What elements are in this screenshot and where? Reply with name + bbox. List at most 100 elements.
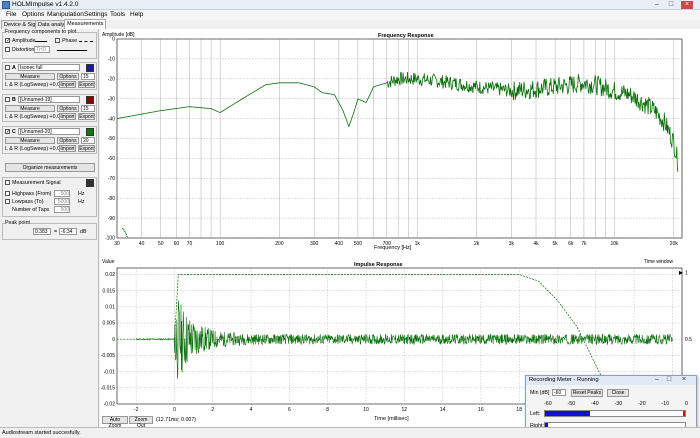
menu-settings[interactable]: Settings [84,11,108,18]
imp-ytick-label: -0.01 [104,369,116,375]
options-c-button[interactable]: Options [57,137,79,144]
lowpass-input[interactable]: 5000 [54,198,70,205]
menu-manipulation[interactable]: Manipulation [47,11,84,18]
measurement-a-checkbox[interactable] [5,65,10,70]
highpass-input[interactable]: 500 [54,190,70,197]
amplitude-line-style [35,41,47,42]
status-text: Audiostream started succesfully. [2,430,81,436]
measurement-a-name[interactable]: Isonec full [18,64,80,71]
taps-input[interactable]: 500 [54,206,70,213]
export-a-button[interactable]: Export [78,81,95,88]
freq-xtick-label: 100 [216,241,225,247]
measurement-a-number[interactable]: 15 [81,73,95,80]
imp-title: Impulse Response [354,262,403,268]
freq-xtick-label: 3k [509,241,515,247]
highpass-unit: Hz [78,191,85,197]
plots-svg: 0-10-20-30-40-50-60-70-80-90-10030 40 50 60… [101,32,692,422]
measurement-b-name[interactable]: [Unnamed-19] [18,96,80,103]
close-icon[interactable]: × [681,1,693,9]
time-window-tick-label: 1 [685,271,688,277]
options-b-button[interactable]: Options [57,105,79,112]
menu-file[interactable]: File [6,11,16,18]
measurement-c-number[interactable]: 20 [81,137,95,144]
meter-min-input[interactable]: -60 [552,389,566,396]
peak-y-value: -6.34 [59,228,77,235]
measurement-signal-checkbox[interactable] [5,180,10,185]
measurement-a-lr: L & R (LogSweep) +0.0dB [5,82,67,88]
lowpass-label: Lowpass (To) [12,199,44,205]
frequency-response-plot[interactable]: 0-10-20-30-40-50-60-70-80-90-10030 40 50 60… [105,37,683,247]
meter-maximize-icon[interactable]: □ [663,376,675,384]
freq-xtick-label: 30 [114,241,120,247]
left-channel-label: Left: [530,411,541,417]
minimize-icon[interactable]: – [651,1,663,9]
meter-min-label: Min [dB] [530,390,550,396]
meter-scale-label: -20 [638,401,646,407]
menu-options[interactable]: Options [22,11,44,18]
amplitude-label: Amplitude [12,38,36,44]
menu-tools[interactable]: Tools [110,11,125,18]
lowpass-checkbox[interactable] [5,199,10,204]
import-b-button[interactable]: Import [59,113,76,120]
measurement-b-number[interactable]: 15 [81,105,95,112]
imp-ylabel: Value [102,259,115,265]
measurement-c-color-swatch[interactable] [86,128,94,136]
imp-xtick-label: 2 [211,407,214,413]
freq-xtick-label: 50 [158,241,164,247]
time-window-label: Time window [644,259,673,265]
peak-x-value: 0.383 [33,228,51,235]
measurement-b-color-swatch[interactable] [86,96,94,104]
components-title: Frequency components to plot [5,29,77,35]
measurement-c-name[interactable]: [Unnamed-20] [18,128,80,135]
measure-b-button[interactable]: Measure [5,105,55,112]
auto-zoom-button[interactable]: Auto Zoom [102,416,128,429]
measurement-b-checkbox[interactable] [5,97,10,102]
freq-ytick-label: -40 [108,116,115,122]
zoom-out-button[interactable]: Zoom Out [129,416,153,429]
tab-measurements[interactable]: Measurements [64,19,107,29]
distortion-select[interactable]: THD [34,46,50,53]
import-c-button[interactable]: Import [59,145,76,152]
freq-xtick-label: 300 [310,241,319,247]
maximize-icon[interactable]: □ [665,1,677,9]
freq-ylabel: Amplitude [dB] [102,32,135,38]
import-a-button[interactable]: Import [59,81,76,88]
app-icon [2,1,10,9]
imp-xtick-label: 10 [363,407,369,413]
organize-measurements-button[interactable]: Organize measurements [5,163,95,172]
imp-xtick-label: -2 [134,407,139,413]
distortion-label: Distortion [12,47,35,53]
meter-close-icon[interactable]: × [678,376,690,384]
reset-peaks-button[interactable]: Reset Peaks [571,389,603,397]
measurement-c-letter: C [12,129,16,135]
freq-ytick-label: -50 [108,136,115,142]
meter-minimize-icon[interactable]: – [651,376,663,384]
export-c-button[interactable]: Export [78,145,95,152]
distortion-line-style [57,50,87,51]
imp-xtick-label: 4 [250,407,253,413]
freq-xtick-label: 40 [139,241,145,247]
highpass-checkbox[interactable] [5,191,10,196]
signal-color-swatch[interactable] [86,179,94,187]
peak-equals: = [54,229,58,235]
menu-help[interactable]: Help [130,11,143,18]
meter-close-button[interactable]: Close [607,389,629,397]
highpass-label: Highpass (From) [12,191,52,197]
amplitude-checkbox[interactable]: ✓ [5,38,10,44]
tab-strip: Device & Signal Data analysis Measuremen… [0,19,107,29]
measurement-c-checkbox[interactable]: ✓ [5,129,10,135]
freq-xtick-label: 4k [533,241,539,247]
imp-ytick-label: -0.02 [104,402,116,408]
measure-c-button[interactable]: Measure [5,137,55,144]
phase-checkbox[interactable] [55,38,60,43]
measurement-a-color-swatch[interactable] [86,64,94,72]
freq-xtick-label: 400 [335,241,344,247]
export-b-button[interactable]: Export [78,113,95,120]
imp-ytick-label: 0.015 [102,288,115,294]
freq-title: Frequency Response [378,33,434,39]
measure-a-button[interactable]: Measure [5,73,55,80]
imp-xtick-label: 14 [440,407,446,413]
measurement-c-lr: L & R (LogSweep) +0.0dB [5,146,67,152]
options-a-button[interactable]: Options [57,73,79,80]
distortion-checkbox[interactable] [5,47,10,52]
